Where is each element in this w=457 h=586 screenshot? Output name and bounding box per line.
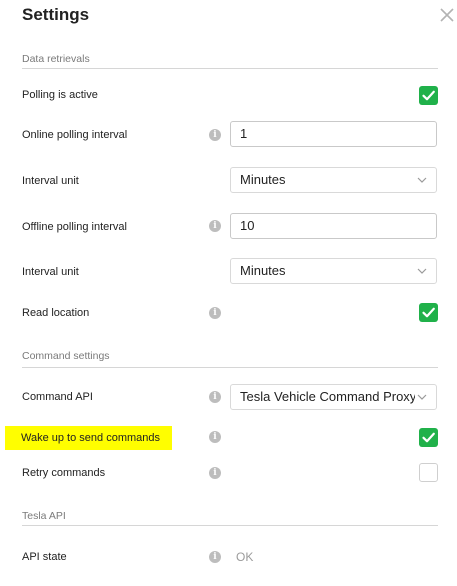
retry-commands-label: Retry commands	[22, 467, 106, 479]
interval-unit-label: Interval unit	[22, 175, 79, 187]
info-icon[interactable]: i	[209, 551, 221, 563]
section-header-data-retrievals: Data retrievals	[22, 53, 90, 65]
interval-unit-select[interactable]: Minutes	[230, 167, 437, 193]
info-icon[interactable]: i	[209, 129, 221, 141]
offline-polling-interval-input[interactable]: 10	[230, 213, 437, 239]
interval-unit-value: Minutes	[240, 263, 286, 278]
checkmark-icon	[422, 432, 435, 443]
interval-unit-value: Minutes	[240, 172, 286, 187]
api-state-label: API state	[22, 551, 67, 563]
read-location-checkbox[interactable]	[419, 303, 438, 322]
info-icon[interactable]: i	[209, 431, 221, 443]
wake-up-checkbox[interactable]	[419, 428, 438, 447]
wake-up-label: Wake up to send commands	[5, 426, 172, 450]
section-header-command-settings: Command settings	[22, 350, 110, 362]
polling-active-checkbox[interactable]	[419, 86, 438, 105]
close-icon	[440, 8, 454, 22]
command-api-value: Tesla Vehicle Command Proxy	[240, 389, 415, 404]
chevron-down-icon	[417, 177, 427, 183]
read-location-label: Read location	[22, 307, 90, 319]
chevron-down-icon	[417, 394, 427, 400]
info-icon[interactable]: i	[209, 220, 221, 232]
interval-unit-select[interactable]: Minutes	[230, 258, 437, 284]
command-api-select[interactable]: Tesla Vehicle Command Proxy	[230, 384, 437, 410]
command-api-label: Command API	[22, 391, 93, 403]
retry-commands-checkbox[interactable]	[419, 463, 438, 482]
online-polling-interval-label: Online polling interval	[22, 129, 128, 141]
checkmark-icon	[422, 90, 435, 101]
info-icon[interactable]: i	[209, 307, 221, 319]
api-state-value: OK	[236, 550, 254, 564]
online-polling-interval-input[interactable]: 1	[230, 121, 437, 147]
section-divider	[22, 525, 438, 526]
section-divider	[22, 367, 438, 368]
interval-unit-label: Interval unit	[22, 266, 79, 278]
info-icon[interactable]: i	[209, 467, 221, 479]
offline-polling-interval-label: Offline polling interval	[22, 221, 127, 233]
section-header-tesla-api: Tesla API	[22, 510, 66, 522]
chevron-down-icon	[417, 268, 427, 274]
polling-active-label: Polling is active	[22, 89, 98, 101]
info-icon[interactable]: i	[209, 391, 221, 403]
dialog-title: Settings	[22, 5, 90, 24]
checkmark-icon	[422, 307, 435, 318]
section-divider	[22, 68, 438, 69]
close-button[interactable]	[437, 5, 457, 25]
